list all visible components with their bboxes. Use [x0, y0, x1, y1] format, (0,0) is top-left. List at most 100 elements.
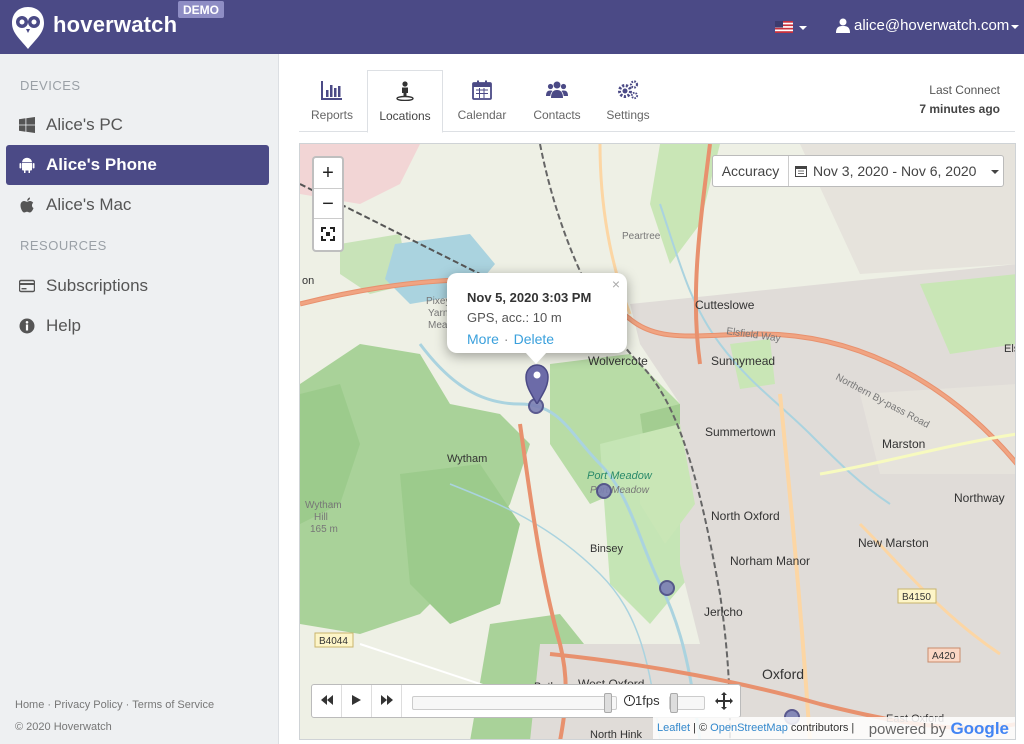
tab-reports[interactable]: Reports	[299, 70, 365, 132]
last-connect-label: Last Connect	[929, 83, 1000, 97]
demo-badge: DEMO	[178, 1, 224, 18]
map-label-binsey: Binsey	[590, 543, 624, 555]
map-label-peartree: Peartree	[622, 231, 661, 242]
footer-separator: ·	[125, 699, 130, 711]
brand-name[interactable]: hoverwatch	[53, 12, 177, 38]
popup-close-icon[interactable]: ×	[612, 276, 620, 292]
tab-label: Contacts	[533, 108, 581, 122]
sidebar-item-alices-phone[interactable]: Alice's Phone	[6, 145, 269, 185]
popup-tip	[525, 352, 547, 364]
clock-icon	[624, 695, 635, 706]
popup-more-link[interactable]: More	[467, 331, 499, 347]
location-map[interactable]: Wolvercote Sunnymead Cutteslowe Summerto…	[299, 143, 1016, 740]
devices-heading: DEVICES	[20, 78, 81, 93]
sidebar-item-label: Help	[46, 316, 81, 335]
tab-calendar[interactable]: Calendar	[447, 70, 517, 132]
popup-delete-link[interactable]: Delete	[514, 331, 554, 347]
sidebar-item-alices-mac[interactable]: Alice's Mac	[6, 185, 269, 225]
play-button[interactable]	[342, 685, 372, 717]
chevron-down-icon	[991, 170, 999, 174]
sidebar-item-label: Alice's PC	[46, 115, 123, 134]
map-label-wolvercote: Wolvercote	[588, 354, 648, 368]
selected-location-pin-icon[interactable]	[525, 364, 549, 404]
tab-label: Settings	[606, 108, 650, 122]
fit-bounds-icon	[321, 227, 335, 241]
map-label-on: on	[302, 275, 314, 287]
location-marker[interactable]	[596, 483, 612, 499]
owl-logo-icon[interactable]	[10, 5, 46, 49]
tab-contacts[interactable]: Contacts	[521, 70, 593, 132]
cogs-icon	[618, 80, 639, 100]
map-label-wytham: Wytham	[447, 453, 487, 465]
speed-slider[interactable]	[669, 693, 705, 713]
tab-locations[interactable]: Locations	[367, 70, 443, 133]
footer-separator: ·	[47, 699, 52, 711]
playback-control: 1fps	[311, 684, 741, 718]
bar-chart-icon	[321, 81, 342, 100]
zoom-in-button[interactable]: +	[314, 158, 342, 188]
accuracy-button[interactable]: Accuracy	[713, 156, 789, 186]
map-label-cutteslowe: Cutteslowe	[695, 298, 755, 312]
calendar-icon	[795, 166, 807, 177]
map-label-wytham-hill-2: Hill	[314, 512, 328, 523]
attribution-sep: | ©	[690, 722, 711, 734]
speed-slider-handle[interactable]	[670, 693, 678, 713]
tab-label: Calendar	[457, 108, 507, 122]
android-icon	[19, 157, 35, 173]
leaflet-link[interactable]: Leaflet	[657, 722, 690, 734]
last-connect-value: 7 minutes ago	[919, 102, 1000, 116]
map-label-els: Els	[1004, 343, 1016, 355]
popup-separator: ·	[503, 331, 509, 347]
sidebar-item-label: Alice's Phone	[46, 155, 157, 174]
map-tiles[interactable]: Wolvercote Sunnymead Cutteslowe Summerto…	[300, 144, 1016, 740]
map-label-port-meadow: Port Meadow	[587, 470, 653, 482]
tab-settings[interactable]: Settings	[597, 70, 659, 132]
info-icon	[19, 318, 35, 334]
map-label-summertown: Summertown	[705, 425, 776, 439]
attribution-contrib: contributors |	[787, 722, 855, 734]
device-tabs: Reports Locations Calendar Contacts Sett…	[299, 70, 1015, 133]
sidebar-item-alices-pc[interactable]: Alice's PC	[6, 105, 269, 145]
sidebar-item-label: Alice's Mac	[46, 195, 132, 214]
card-icon	[19, 279, 35, 293]
sidebar-item-subscriptions[interactable]: Subscriptions	[6, 266, 269, 306]
zoom-control: + −	[312, 156, 344, 252]
osm-link[interactable]: OpenStreetMap	[710, 722, 788, 734]
footer-link-terms[interactable]: Terms of Service	[132, 699, 214, 711]
timeline-slider[interactable]	[412, 693, 617, 713]
sidebar-item-help[interactable]: Help	[6, 306, 269, 346]
map-label-marston: Marston	[882, 437, 925, 451]
map-label-norham-manor: Norham Manor	[730, 554, 810, 568]
zoom-out-button[interactable]: −	[314, 188, 342, 218]
chevron-down-icon	[799, 26, 807, 30]
map-attribution: Leaflet | © OpenStreetMap contributors |…	[653, 717, 1015, 739]
sidebar: DEVICES Alice's PC Alice's Phone Alice's…	[0, 54, 279, 744]
attribution-text: Leaflet | © OpenStreetMap contributors |	[657, 722, 854, 734]
copyright: © 2020 Hoverwatch	[15, 721, 112, 733]
calendar-icon	[472, 80, 492, 100]
person-pin-icon	[396, 81, 414, 101]
fit-bounds-button[interactable]	[314, 218, 342, 248]
map-label-new-marston: New Marston	[858, 536, 929, 550]
date-range-picker[interactable]: Nov 3, 2020 - Nov 6, 2020	[789, 156, 1003, 186]
tab-label: Locations	[379, 109, 431, 123]
popup-actions: More · Delete	[467, 331, 554, 347]
fullscreen-icon[interactable]	[714, 691, 734, 711]
google-logo: Google	[950, 719, 1009, 738]
road-label-b4150: B4150	[902, 592, 931, 603]
popup-accuracy: GPS, acc.: 10 m	[467, 310, 562, 325]
map-label-north-hink: North Hink	[590, 729, 642, 740]
fps-indicator: 1fps	[624, 693, 660, 708]
play-icon	[352, 695, 361, 705]
language-menu[interactable]	[775, 19, 809, 35]
fast-forward-button[interactable]	[372, 685, 402, 717]
footer-link-home[interactable]: Home	[15, 699, 44, 711]
date-range-value: Nov 3, 2020 - Nov 6, 2020	[813, 163, 977, 179]
timeline-slider-handle[interactable]	[604, 693, 613, 713]
location-marker[interactable]	[659, 580, 675, 596]
rewind-button[interactable]	[312, 685, 342, 717]
footer-link-privacy[interactable]: Privacy Policy	[54, 699, 122, 711]
road-label-a420: A420	[932, 651, 956, 662]
map-label-northway: Northway	[954, 491, 1005, 505]
last-connect: Last Connect 7 minutes ago	[919, 83, 1000, 116]
